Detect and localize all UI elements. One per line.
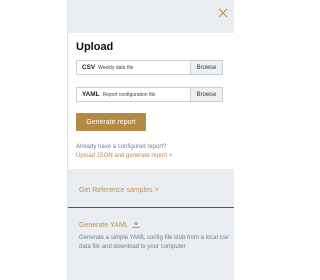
upload-json-link[interactable]: Upload JSON and generate report > xyxy=(76,153,172,159)
configured-report-question: Already have a configured report? xyxy=(76,144,167,150)
generate-report-button[interactable]: Generate report xyxy=(76,113,146,131)
generate-yaml-description: Generate a simple YAML config file stub … xyxy=(79,235,229,250)
side-panel: Upload CSV Weekly data file Browse YAML … xyxy=(67,0,234,280)
csv-description: Weekly data file xyxy=(98,65,134,71)
generate-yaml-link[interactable]: Generate YAML xyxy=(79,220,140,230)
csv-label: CSV xyxy=(82,64,96,71)
csv-file-input[interactable]: CSV Weekly data file Browse xyxy=(76,60,223,75)
yaml-label: YAML xyxy=(82,91,100,98)
download-icon xyxy=(132,220,140,230)
section-divider xyxy=(68,207,234,208)
reference-samples-link[interactable]: Get Reference samples > xyxy=(79,187,159,194)
yaml-file-input[interactable]: YAML Report configuration file Browse xyxy=(76,87,223,102)
close-icon[interactable] xyxy=(217,6,229,18)
yaml-description: Report configuration file xyxy=(102,92,156,98)
csv-browse-button[interactable]: Browse xyxy=(190,61,222,74)
generate-yaml-title: Generate YAML xyxy=(79,221,129,229)
yaml-browse-button[interactable]: Browse xyxy=(190,88,222,101)
upload-title: Upload xyxy=(76,41,114,53)
